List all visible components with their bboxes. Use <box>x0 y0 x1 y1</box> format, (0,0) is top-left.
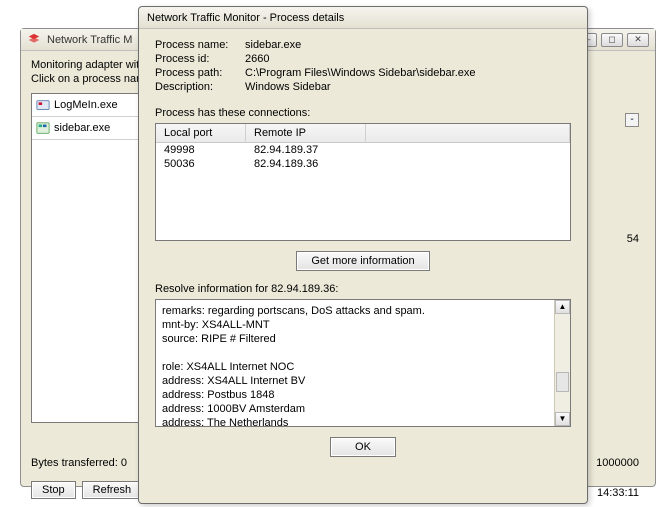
dialog-title: Network Traffic Monitor - Process detail… <box>147 12 344 24</box>
description-value: Windows Sidebar <box>245 81 571 93</box>
resolve-textbox[interactable]: remarks: regarding portscans, DoS attack… <box>155 299 571 427</box>
ok-button[interactable]: OK <box>330 437 396 457</box>
bytes-transferred: Bytes transferred: 0 <box>31 457 139 469</box>
button-row: Stop Refresh <box>31 481 142 499</box>
bytes-value: 0 <box>121 457 127 469</box>
stop-button[interactable]: Stop <box>31 481 76 499</box>
process-info: Process name: sidebar.exe Process id: 26… <box>155 39 571 93</box>
scroll-down-icon[interactable]: ▼ <box>555 412 570 426</box>
process-id-value: 2660 <box>245 53 571 65</box>
resolve-label: Resolve information for 82.94.189.36: <box>155 283 571 295</box>
maximize-button[interactable]: ◻ <box>601 33 623 47</box>
connections-label: Process has these connections: <box>155 107 571 119</box>
dialog-titlebar: Network Traffic Monitor - Process detail… <box>139 7 587 29</box>
process-icon <box>36 121 50 135</box>
process-id-label: Process id: <box>155 53 245 65</box>
dialog-body: Process name: sidebar.exe Process id: 26… <box>139 29 587 465</box>
connections-rows: 49998 82.94.189.37 50036 82.94.189.36 <box>156 143 570 171</box>
process-name-label: Process name: <box>155 39 245 51</box>
right-value-1: 54 <box>627 233 639 245</box>
right-value-2: 1000000 <box>596 457 639 469</box>
scroll-thumb[interactable] <box>556 372 569 392</box>
column-local-port[interactable]: Local port <box>156 124 246 142</box>
process-icon <box>36 98 50 112</box>
column-remote-ip[interactable]: Remote IP <box>246 124 366 142</box>
table-row[interactable]: 50036 82.94.189.36 <box>156 157 570 171</box>
process-name-value: sidebar.exe <box>245 39 571 51</box>
cell-remote-ip: 82.94.189.37 <box>246 143 366 157</box>
process-details-dialog: Network Traffic Monitor - Process detail… <box>138 6 588 504</box>
cell-local-port: 49998 <box>156 143 246 157</box>
connections-table[interactable]: Local port Remote IP 49998 82.94.189.37 … <box>155 123 571 241</box>
column-spacer <box>366 124 570 142</box>
scroll-up-icon[interactable]: ▲ <box>555 300 570 314</box>
scrollbar[interactable]: ▲ ▼ <box>554 300 570 426</box>
description-label: Description: <box>155 81 245 93</box>
list-item[interactable]: LogMeIn.exe <box>32 94 138 116</box>
list-item[interactable]: sidebar.exe <box>32 117 138 139</box>
table-row[interactable]: 49998 82.94.189.37 <box>156 143 570 157</box>
process-name: sidebar.exe <box>54 122 110 134</box>
process-path-value: C:\Program Files\Windows Sidebar\sidebar… <box>245 67 571 79</box>
process-list[interactable]: LogMeIn.exe sidebar.exe <box>31 93 139 423</box>
right-value-time: 14:33:11 <box>597 487 639 499</box>
app-icon <box>27 33 41 47</box>
process-name: LogMeIn.exe <box>54 99 118 111</box>
refresh-button[interactable]: Refresh <box>82 481 143 499</box>
cell-local-port: 50036 <box>156 157 246 171</box>
process-path-label: Process path: <box>155 67 245 79</box>
close-button[interactable]: ✕ <box>627 33 649 47</box>
get-more-information-button[interactable]: Get more information <box>296 251 429 271</box>
connections-header: Local port Remote IP <box>156 124 570 143</box>
cell-remote-ip: 82.94.189.36 <box>246 157 366 171</box>
bytes-label: Bytes transferred: <box>31 457 118 469</box>
collapse-button[interactable]: - <box>625 113 639 127</box>
resolve-content: remarks: regarding portscans, DoS attack… <box>162 304 552 427</box>
